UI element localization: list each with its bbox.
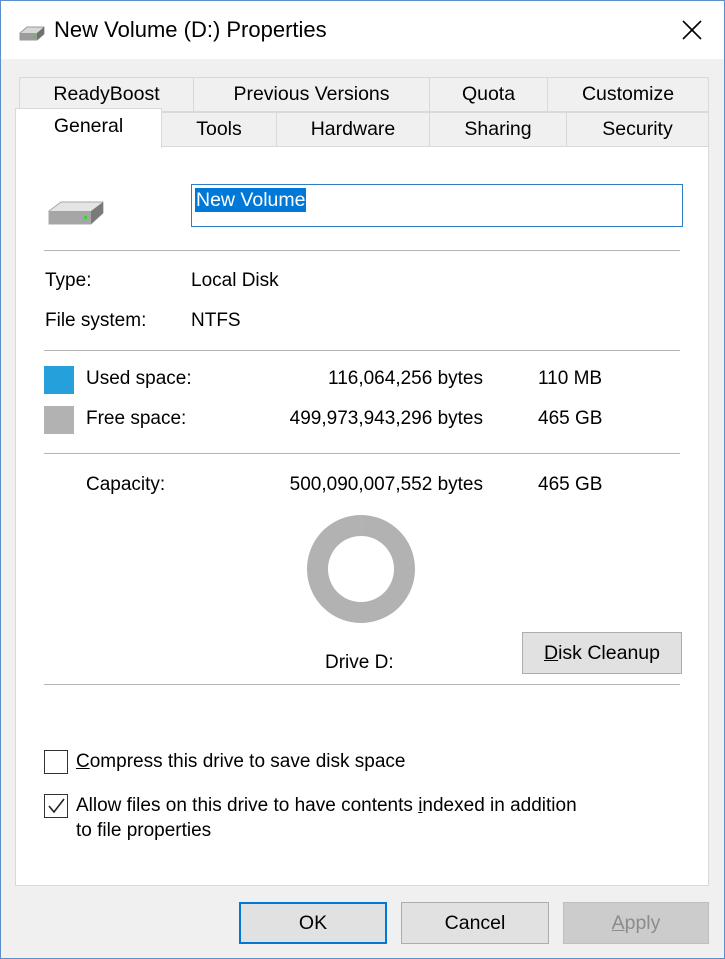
type-value: Local Disk bbox=[191, 270, 279, 291]
used-space-size: 110 MB bbox=[538, 368, 603, 389]
tab-hardware[interactable]: Hardware bbox=[276, 112, 430, 147]
free-space-bytes: 499,973,943,296 bytes bbox=[289, 408, 483, 429]
close-button[interactable] bbox=[660, 1, 724, 59]
free-space-swatch bbox=[44, 406, 74, 434]
checkmark-icon bbox=[48, 798, 65, 814]
properties-window: New Volume (D:) Properties ReadyBoost Pr… bbox=[0, 0, 725, 959]
free-space-label: Free space: bbox=[86, 408, 187, 429]
close-icon bbox=[682, 20, 702, 40]
title-bar: New Volume (D:) Properties bbox=[1, 1, 724, 59]
capacity-size: 465 GB bbox=[538, 474, 603, 495]
compress-label[interactable]: Compress this drive to save disk space bbox=[76, 751, 405, 773]
tab-tools[interactable]: Tools bbox=[161, 112, 277, 147]
tab-security[interactable]: Security bbox=[566, 112, 709, 147]
window-title: New Volume (D:) Properties bbox=[54, 17, 327, 42]
index-checkbox[interactable] bbox=[44, 794, 68, 818]
drive-icon bbox=[48, 201, 104, 225]
disk-cleanup-button[interactable]: Disk Cleanup bbox=[522, 632, 682, 674]
ok-button[interactable]: OK bbox=[239, 902, 387, 944]
used-space-bytes: 116,064,256 bytes bbox=[328, 368, 483, 389]
used-space-label: Used space: bbox=[86, 368, 192, 389]
divider bbox=[44, 684, 680, 685]
type-label: Type: bbox=[45, 270, 92, 291]
compress-checkbox[interactable] bbox=[44, 750, 68, 774]
donut-slice-free-space bbox=[306, 515, 415, 623]
capacity-label: Capacity: bbox=[86, 474, 166, 495]
used-space-swatch bbox=[44, 366, 74, 394]
drive-icon bbox=[19, 26, 45, 41]
apply-button[interactable]: Apply bbox=[563, 902, 709, 944]
free-space-size: 465 GB bbox=[538, 408, 603, 429]
tab-readyboost[interactable]: ReadyBoost bbox=[19, 77, 194, 112]
capacity-bytes: 500,090,007,552 bytes bbox=[289, 474, 483, 495]
file-system-label: File system: bbox=[45, 310, 147, 331]
tab-sharing[interactable]: Sharing bbox=[429, 112, 567, 147]
tab-general[interactable]: General bbox=[15, 108, 162, 148]
file-system-value: NTFS bbox=[191, 310, 241, 331]
volume-name-input[interactable]: New Volume bbox=[191, 184, 683, 227]
tab-quota[interactable]: Quota bbox=[429, 77, 548, 112]
index-label[interactable]: Allow files on this drive to have conten… bbox=[76, 793, 577, 843]
cancel-button[interactable]: Cancel bbox=[401, 902, 549, 944]
divider bbox=[44, 350, 680, 351]
disk-usage-donut-chart bbox=[306, 515, 415, 623]
tab-previous-versions[interactable]: Previous Versions bbox=[193, 77, 430, 112]
drive-label: Drive D: bbox=[325, 652, 394, 673]
tab-customize[interactable]: Customize bbox=[547, 77, 709, 112]
divider bbox=[44, 453, 680, 454]
divider bbox=[44, 250, 680, 251]
